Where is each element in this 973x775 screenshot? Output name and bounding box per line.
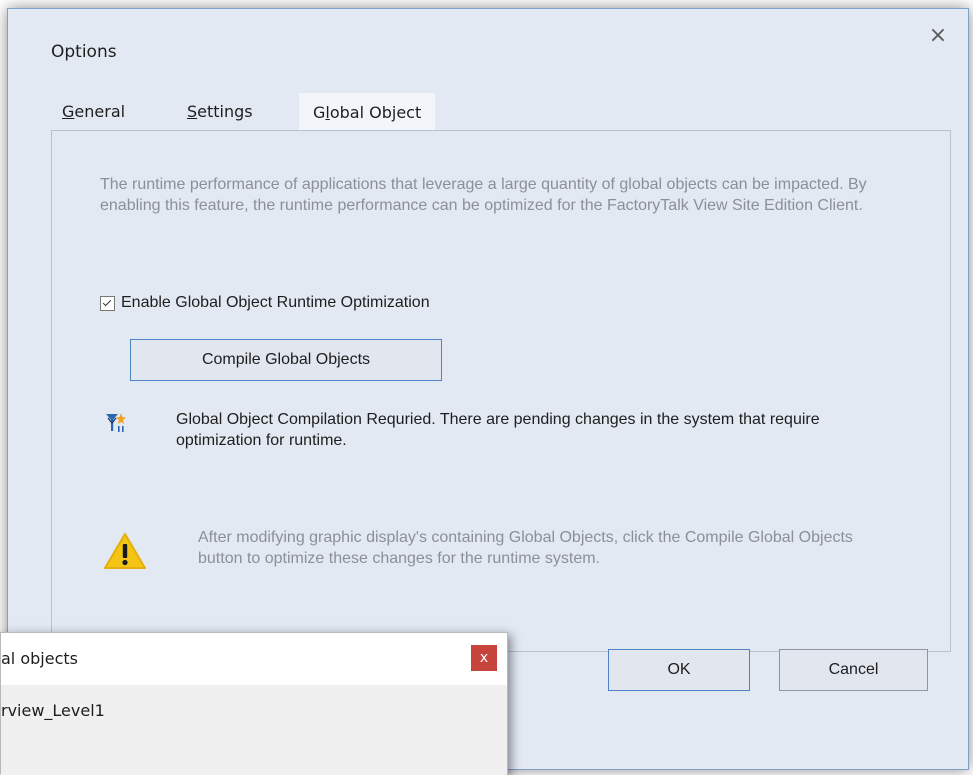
optimization-checkbox[interactable] <box>100 295 115 311</box>
tab-global-object-label: obal Object <box>329 103 422 122</box>
tab-settings[interactable]: Settings <box>187 93 253 131</box>
feature-description: The runtime performance of applications … <box>100 176 867 214</box>
tab-settings-mnemonic: S <box>187 102 198 121</box>
close-icon[interactable]: × <box>923 21 953 51</box>
global-objects-window-title: al objects <box>1 649 78 668</box>
tab-settings-label: ettings <box>197 102 253 121</box>
dialog-title: Options <box>51 42 117 62</box>
cancel-button[interactable]: Cancel <box>779 649 928 691</box>
tab-general-label: eneral <box>74 102 126 121</box>
compile-global-objects-button[interactable]: Compile Global Objects <box>130 339 442 381</box>
global-objects-window: al objects x rview_Level1 <box>0 632 508 775</box>
global-objects-close-button[interactable]: x <box>471 645 497 671</box>
pending-changes-icon <box>106 413 126 432</box>
optimization-checkbox-row[interactable]: Enable Global Object Runtime Optimizatio… <box>100 294 430 312</box>
ok-button[interactable]: OK <box>608 649 750 691</box>
global-object-panel: The runtime performance of applications … <box>51 130 951 652</box>
warning-text: After modifying graphic display's contai… <box>198 529 853 567</box>
optimization-checkbox-label: Enable Global Object Runtime Optimizatio… <box>121 294 430 311</box>
tab-global-object-prefix: G <box>313 103 326 122</box>
tab-general[interactable]: General <box>62 93 125 131</box>
tab-general-mnemonic: G <box>62 102 75 121</box>
global-objects-list <box>1 685 507 775</box>
warning-icon <box>104 533 146 569</box>
list-item[interactable]: rview_Level1 <box>1 701 105 720</box>
tab-global-object[interactable]: Global Object <box>299 93 436 132</box>
compilation-required-text: Global Object Compilation Requried. Ther… <box>176 411 820 449</box>
